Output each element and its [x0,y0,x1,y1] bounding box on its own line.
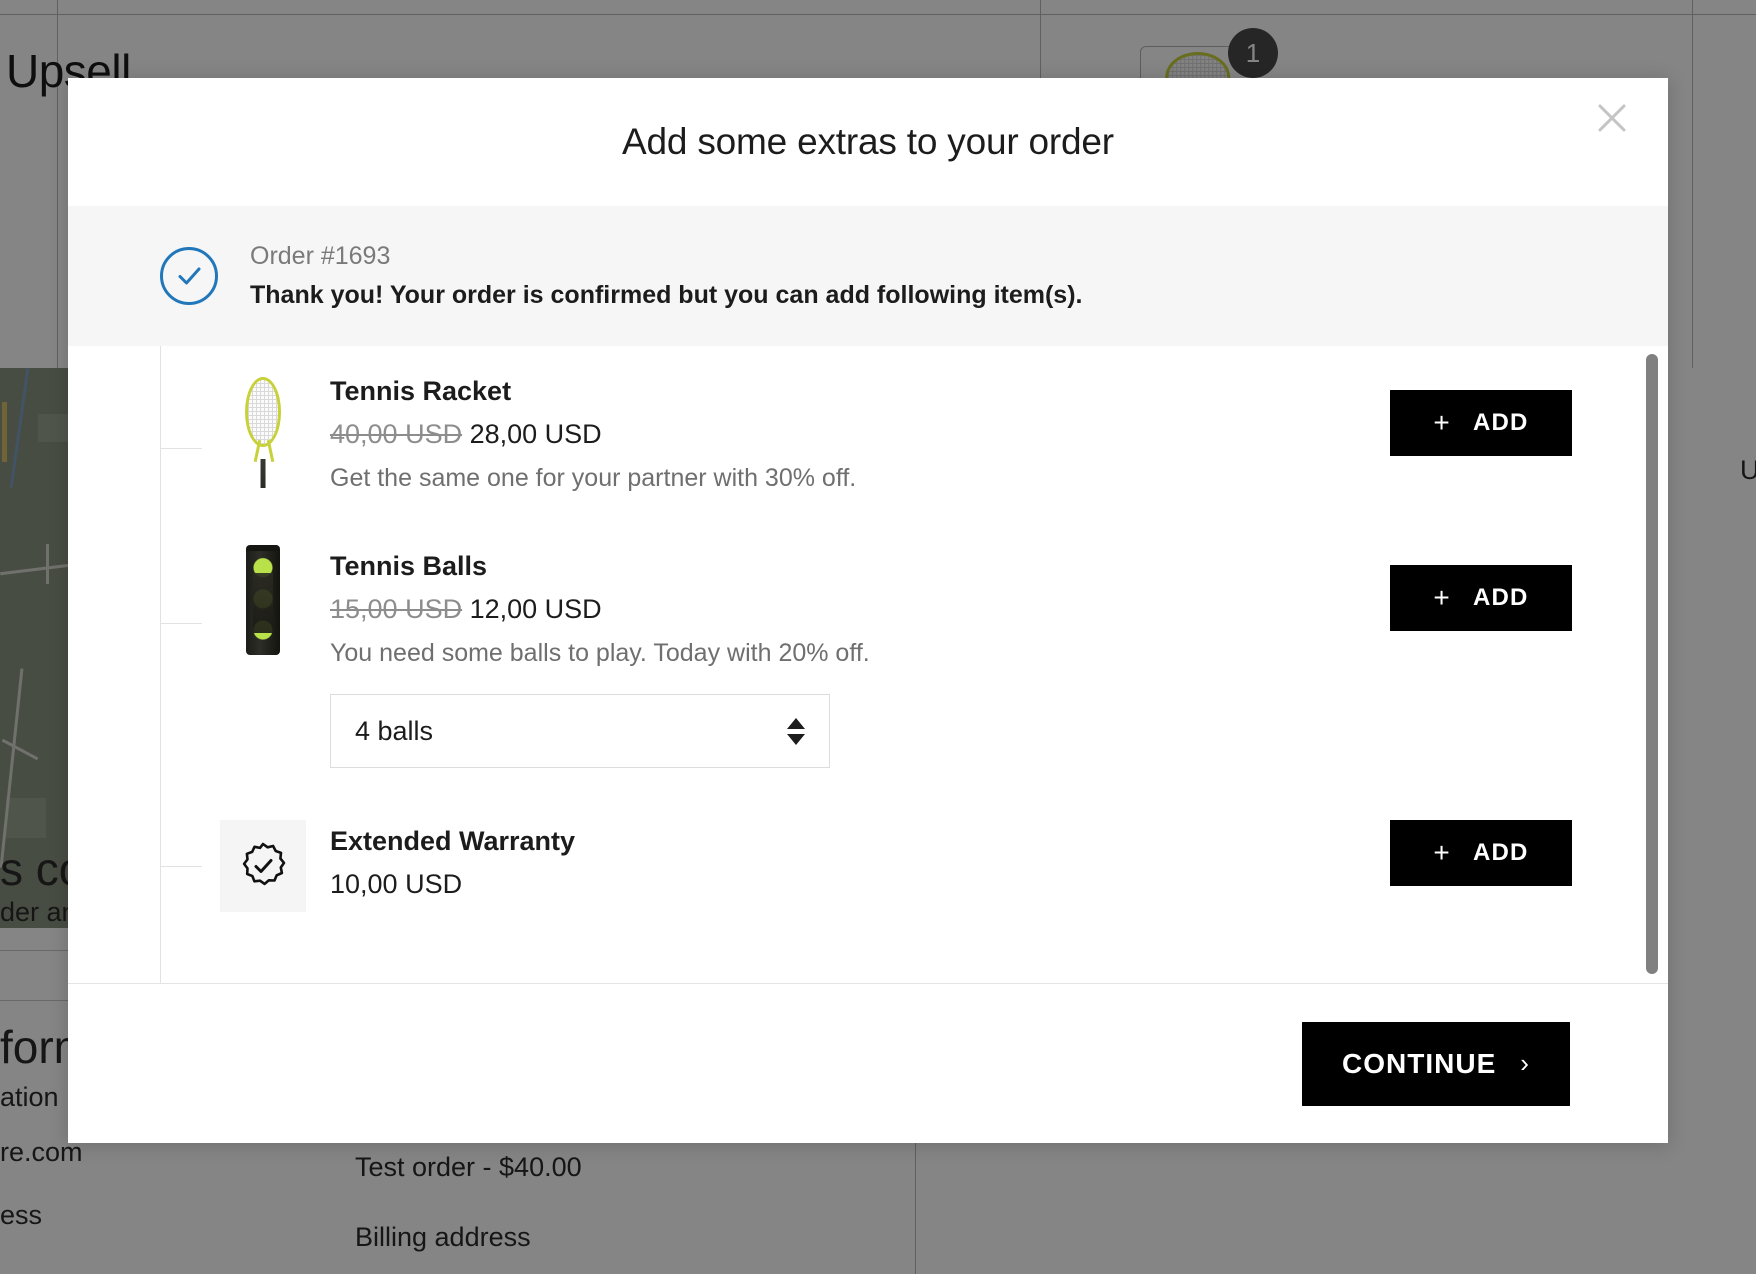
map-patch [38,414,68,442]
modal-header: Add some extras to your order [68,78,1668,206]
price-original: 40,00 USD [330,419,462,449]
product-price: 10,00 USD [330,869,1390,900]
map-patch [6,798,46,838]
add-button[interactable]: + ADD [1390,565,1572,631]
add-button-label: ADD [1473,839,1529,867]
add-button-label: ADD [1473,584,1529,612]
item-connector [160,623,202,624]
product-name: Tennis Balls [330,551,1390,582]
background-text-fragment: U [1740,455,1756,486]
product-thumbnail[interactable] [220,545,306,655]
background-top-rule [0,14,1756,15]
list-item: Tennis Racket 40,00 USD 28,00 USD Get th… [160,370,1668,493]
product-description: You need some balls to play. Today with … [330,639,1390,668]
close-icon[interactable] [1586,92,1638,144]
product-description: Get the same one for your partner with 3… [330,464,1390,493]
cart-badge-count: 1 [1246,38,1260,69]
plus-icon: + [1433,837,1451,869]
background-text-fragment: der an [0,897,77,928]
add-button-label: ADD [1473,409,1529,437]
background-text-fragment: Billing address [355,1222,531,1253]
item-connector [160,866,202,867]
product-details: Tennis Racket 40,00 USD 28,00 USD Get th… [306,370,1390,493]
list-item: Extended Warranty 10,00 USD + ADD [160,820,1668,914]
plus-icon: + [1433,582,1451,614]
confirmation-text-group: Order #1693 Thank you! Your order is con… [250,242,1082,310]
background-text-fragment: Test order - $40.00 [355,1152,582,1183]
quantity-select[interactable]: 4 balls [330,694,830,768]
chevron-updown-icon [787,718,805,745]
price-original: 15,00 USD [330,594,462,624]
modal-body: Tennis Racket 40,00 USD 28,00 USD Get th… [68,346,1668,983]
upsell-items-list: Tennis Racket 40,00 USD 28,00 USD Get th… [68,346,1668,983]
cart-quantity-badge: 1 [1228,28,1278,78]
map-highway [2,402,7,462]
price-discounted: 12,00 USD [470,594,602,624]
check-circle-icon [160,247,218,305]
product-thumbnail[interactable] [220,370,306,490]
product-details: Tennis Balls 15,00 USD 12,00 USD You nee… [306,545,1390,768]
map-road [2,739,39,760]
item-connector [160,448,202,449]
chevron-right-icon: › [1520,1048,1530,1079]
product-name: Extended Warranty [330,826,1390,857]
product-thumbnail[interactable] [220,820,306,912]
map-road [46,544,49,584]
background-text-fragment: ess [0,1200,42,1231]
map-river [10,368,30,487]
plus-icon: + [1433,407,1451,439]
price-discounted: 28,00 USD [470,419,602,449]
order-confirmation-banner: Order #1693 Thank you! Your order is con… [68,206,1668,346]
modal-scrollbar[interactable] [1646,346,1658,983]
scrollbar-thumb[interactable] [1646,354,1658,974]
warranty-badge-icon [220,820,306,912]
add-button[interactable]: + ADD [1390,390,1572,456]
order-number: Order #1693 [250,242,1082,271]
upsell-modal: Add some extras to your order Order #169… [68,78,1668,1143]
modal-title: Add some extras to your order [622,121,1114,163]
tennis-racket-icon [232,370,294,490]
modal-footer: CONTINUE › [68,983,1668,1143]
add-button[interactable]: + ADD [1390,820,1572,886]
tennis-balls-can-icon [246,545,280,655]
continue-button-label: CONTINUE [1342,1048,1496,1080]
price-discounted: 10,00 USD [330,869,462,899]
product-details: Extended Warranty 10,00 USD [306,820,1390,914]
background-text-fragment: ation [0,1082,59,1113]
product-price: 15,00 USD 12,00 USD [330,594,1390,625]
continue-button[interactable]: CONTINUE › [1302,1022,1570,1106]
product-name: Tennis Racket [330,376,1390,407]
background-vertical-rule [915,1140,916,1274]
map-road [0,564,70,576]
list-item: Tennis Balls 15,00 USD 12,00 USD You nee… [160,545,1668,768]
confirmation-message: Thank you! Your order is confirmed but y… [250,281,1082,310]
background-vertical-rule [1692,0,1693,368]
quantity-select-value: 4 balls [355,716,433,747]
product-price: 40,00 USD 28,00 USD [330,419,1390,450]
